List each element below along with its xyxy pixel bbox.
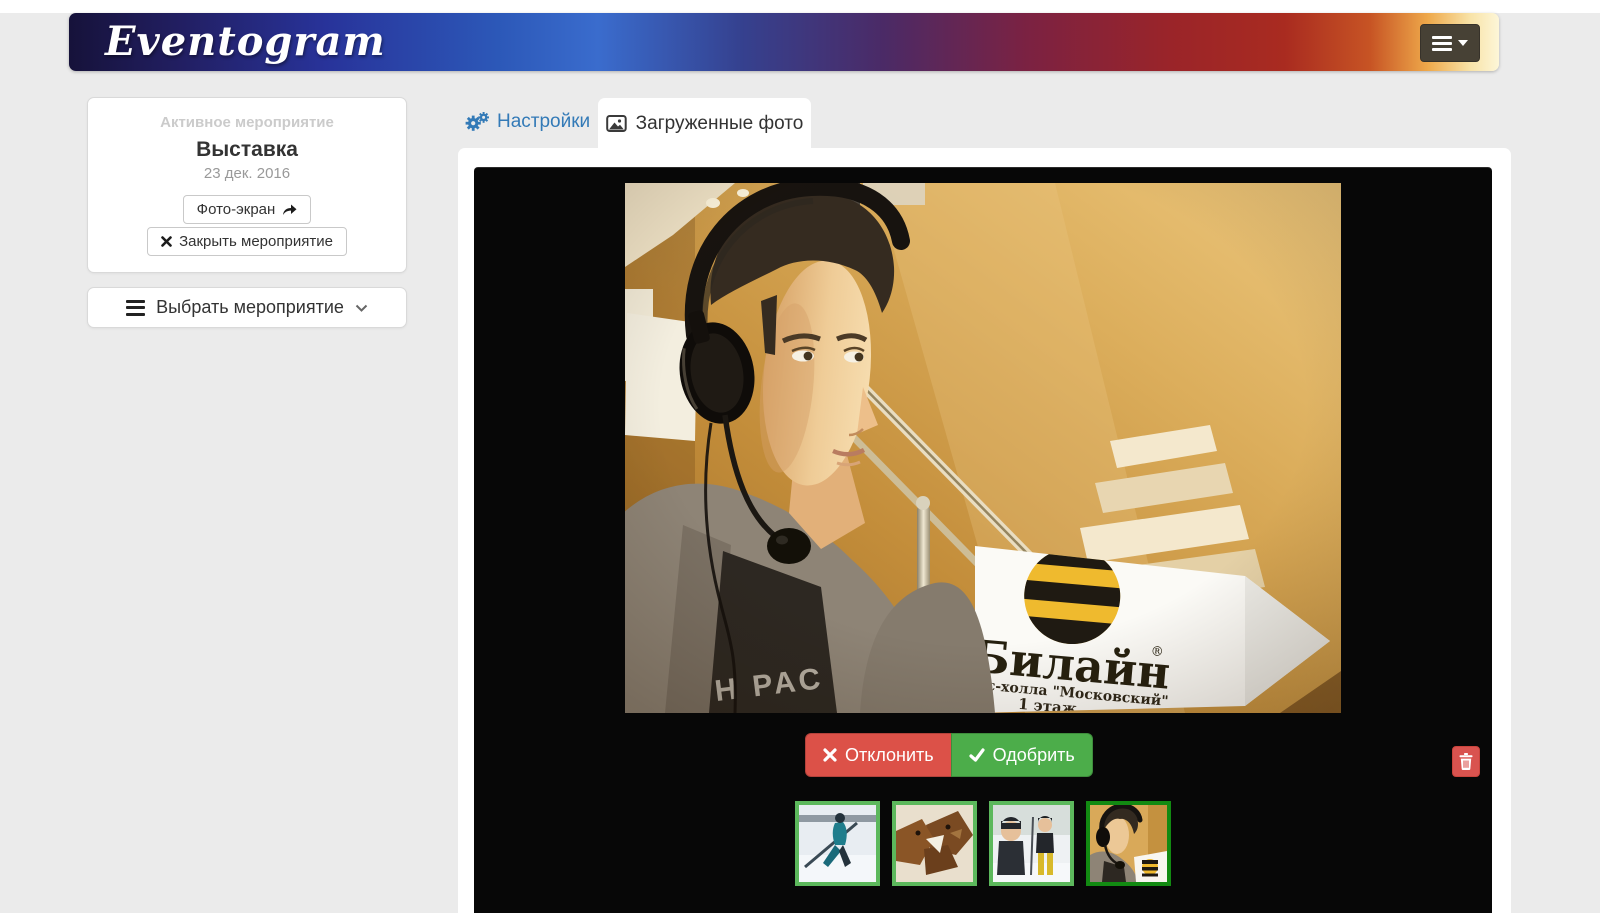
hamburger-icon — [1432, 36, 1452, 51]
trash-icon — [1459, 753, 1473, 770]
navbar: Eventogram — [69, 13, 1499, 71]
thumbnail-4-current-photo[interactable] — [1086, 801, 1171, 886]
photo-screen-label: Фото-экран — [197, 201, 276, 218]
active-event-date: 23 дек. 2016 — [88, 165, 406, 182]
x-icon — [823, 748, 837, 762]
tab-settings[interactable]: Настройки — [465, 107, 590, 137]
select-event-label: Выбрать мероприятие — [156, 297, 344, 318]
moderation-buttons: Отклонить Одобрить — [805, 733, 1093, 777]
chevron-down-icon — [355, 304, 368, 312]
thumbnail-1-skier[interactable] — [795, 801, 880, 886]
page: Eventogram Активное мероприятие Выставка… — [0, 0, 1600, 913]
approve-button[interactable]: Одобрить — [951, 733, 1093, 777]
tab-uploaded-photos[interactable]: Загруженные фото — [598, 98, 811, 149]
photo-viewer: Билайн ® гресс-холла "Московский" 1 этаж — [474, 167, 1492, 913]
close-icon — [161, 236, 172, 247]
close-event-button[interactable]: Закрыть мероприятие — [147, 227, 347, 256]
active-event-heading: Активное мероприятие — [88, 114, 406, 131]
photo-screen-button[interactable]: Фото-экран — [183, 195, 312, 224]
thumbnail-2-dogs[interactable] — [892, 801, 977, 886]
delete-photo-button[interactable] — [1452, 746, 1480, 777]
brand-logo[interactable]: Eventogram — [105, 18, 386, 65]
uploaded-photos-panel: Билайн ® гресс-холла "Московский" 1 этаж — [458, 148, 1511, 913]
cogs-icon — [465, 112, 489, 132]
close-event-label: Закрыть мероприятие — [179, 233, 333, 250]
list-icon — [126, 300, 145, 316]
tab-uploaded-label: Загруженные фото — [636, 113, 804, 135]
share-arrow-icon — [282, 203, 297, 216]
approve-label: Одобрить — [993, 745, 1075, 766]
thumbnail-3-two-people[interactable] — [989, 801, 1074, 886]
caret-down-icon — [1458, 40, 1468, 46]
reject-button[interactable]: Отклонить — [805, 733, 951, 777]
active-event-name: Выставка — [88, 138, 406, 162]
main-photo: Билайн ® гресс-холла "Московский" 1 этаж — [625, 183, 1341, 713]
menu-button[interactable] — [1420, 24, 1480, 62]
reject-label: Отклонить — [845, 745, 934, 766]
image-icon — [606, 114, 627, 133]
check-icon — [969, 748, 985, 762]
thumbnail-strip — [795, 801, 1171, 886]
active-event-card: Активное мероприятие Выставка 23 дек. 20… — [87, 97, 407, 273]
select-event-button[interactable]: Выбрать мероприятие — [87, 287, 407, 328]
tab-settings-label: Настройки — [497, 111, 590, 133]
